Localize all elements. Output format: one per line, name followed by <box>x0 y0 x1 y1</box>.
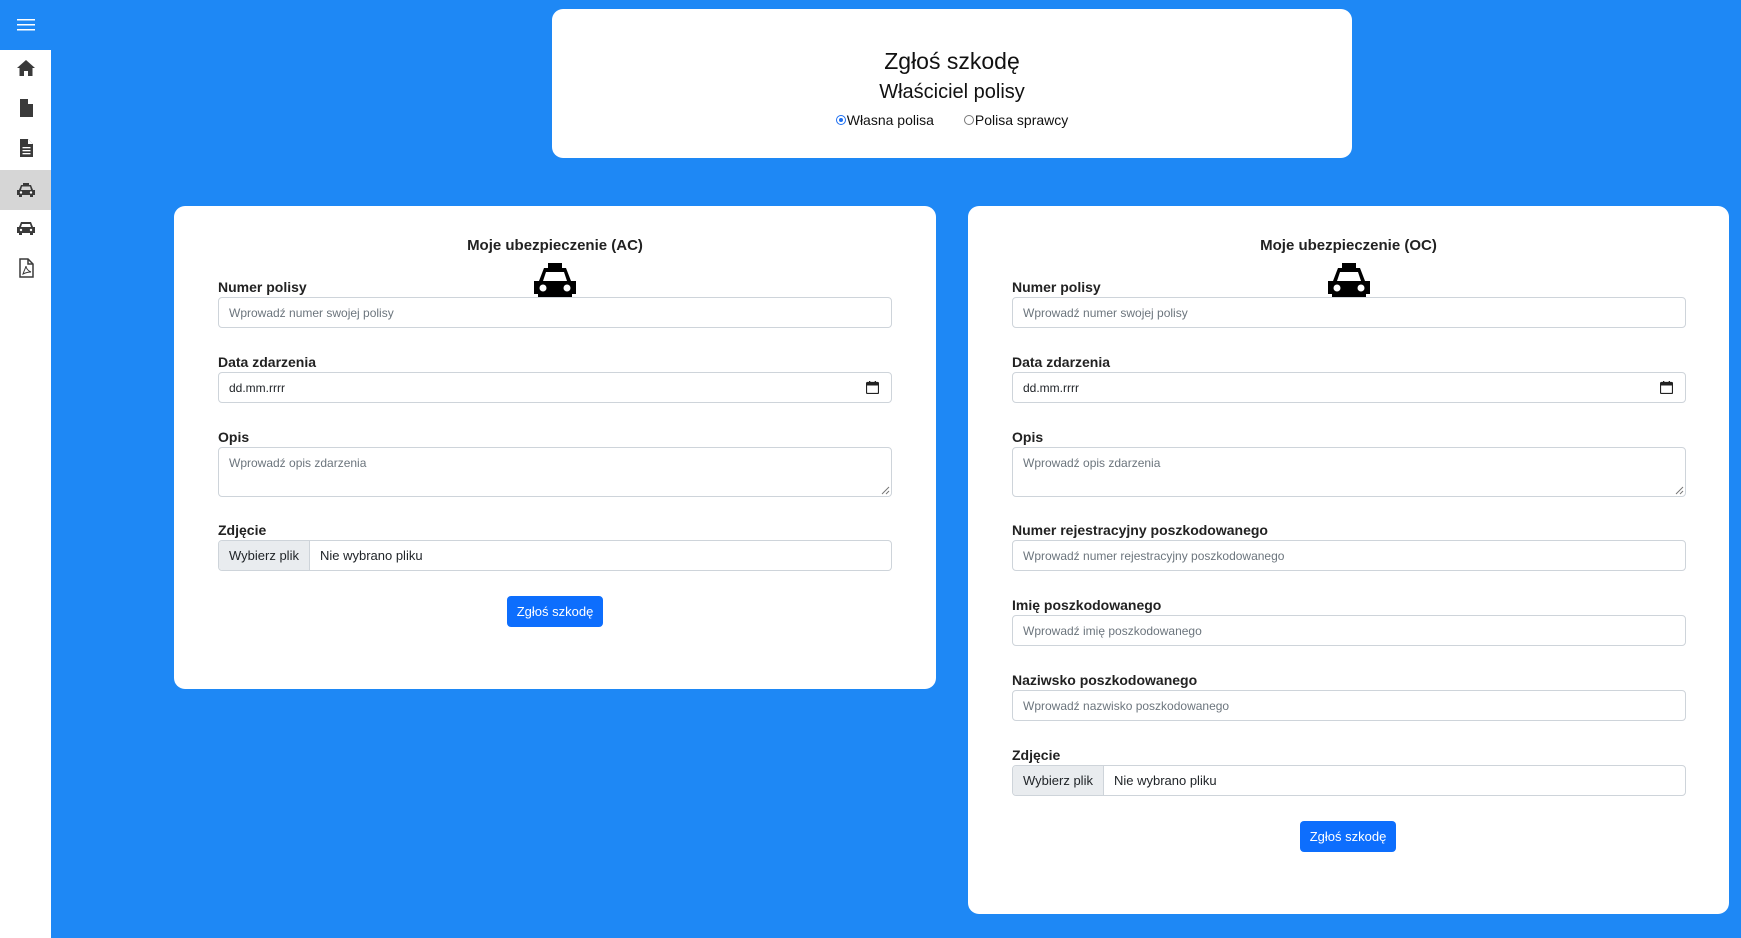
oc-description-label: Opis <box>1012 429 1044 445</box>
file-text-icon <box>19 139 33 157</box>
ac-description-placeholder: Wprowadź opis zdarzenia <box>229 456 367 470</box>
radio-checked-icon[interactable] <box>835 115 846 125</box>
ac-policy-input[interactable]: Wprowadź numer swojej polisy <box>218 297 892 328</box>
oc-last-name-input[interactable]: Wprowadź nazwisko poszkodowanego <box>1012 690 1686 721</box>
ac-photo-label: Zdjęcie <box>218 522 267 538</box>
radio-perpetrator-policy[interactable]: Polisa sprawcy <box>963 112 1069 128</box>
ac-choose-file-button[interactable]: Wybierz plik <box>219 541 310 570</box>
oc-first-name-input[interactable]: Wprowadź imię poszkodowanego <box>1012 615 1686 646</box>
policy-owner-radio-group: Własna polisa Polisa sprawcy <box>552 112 1352 128</box>
hamburger-icon <box>16 19 35 31</box>
ac-date-input[interactable]: dd.mm.rrrr <box>218 372 892 403</box>
oc-policy-label: Numer polisy <box>1012 279 1101 295</box>
oc-first-name-label: Imię poszkodowanego <box>1012 597 1162 613</box>
oc-photo-label: Zdjęcie <box>1012 747 1061 763</box>
pdf-file-icon <box>18 258 34 278</box>
page-subtitle: Właściciel polisy <box>879 81 1025 103</box>
radio-perpetrator-policy-label: Polisa sprawcy <box>974 112 1069 128</box>
radio-unchecked-icon[interactable] <box>963 115 974 125</box>
file-icon <box>19 99 33 117</box>
sidebar-item-pdf[interactable] <box>0 248 51 288</box>
ac-description-label: Opis <box>218 429 250 445</box>
oc-choose-file-button[interactable]: Wybierz plik <box>1013 766 1104 795</box>
page-title: Zgłoś szkodę <box>884 48 1020 74</box>
menu-toggle-button[interactable] <box>0 0 51 50</box>
oc-last-name-label: Naziwsko poszkodowanego <box>1012 672 1198 688</box>
home-icon <box>16 60 35 76</box>
sidebar-item-taxi[interactable] <box>0 170 51 210</box>
oc-card-title: Moje ubezpieczenie (OC) <box>1260 237 1437 254</box>
taxi-icon <box>16 183 35 197</box>
oc-description-textarea[interactable]: Wprowadź opis zdarzenia <box>1012 447 1686 497</box>
oc-date-label: Data zdarzenia <box>1012 354 1111 370</box>
oc-file-status: Nie wybrano pliku <box>1113 773 1217 788</box>
calendar-icon[interactable] <box>866 381 879 394</box>
ac-date-label: Data zdarzenia <box>218 354 317 370</box>
oc-date-value: dd.mm.rrrr <box>1023 381 1079 395</box>
ac-file-status: Nie wybrano pliku <box>319 548 423 563</box>
radio-own-policy-label: Własna polisa <box>846 112 934 128</box>
oc-date-input[interactable]: dd.mm.rrrr <box>1012 372 1686 403</box>
ac-policy-label: Numer polisy <box>218 279 307 295</box>
oc-description-placeholder: Wprowadź opis zdarzenia <box>1023 456 1161 470</box>
oc-registration-label: Numer rejestracyjny poszkodowanego <box>1012 522 1268 538</box>
sidebar-item-home[interactable] <box>0 48 51 88</box>
sidebar-item-file[interactable] <box>0 88 51 128</box>
sidebar-item-car[interactable] <box>0 208 51 248</box>
car-icon <box>16 222 35 235</box>
ac-form-card: Moje ubezpieczenie (AC) Numer polisy Wpr… <box>174 206 936 689</box>
ac-description-textarea[interactable]: Wprowadź opis zdarzenia <box>218 447 892 497</box>
oc-registration-input[interactable]: Wprowadź numer rejestracyjny poszkodowan… <box>1012 540 1686 571</box>
ac-photo-file-input[interactable]: Wybierz plik Nie wybrano pliku <box>218 540 892 571</box>
ac-card-title: Moje ubezpieczenie (AC) <box>467 237 643 254</box>
oc-form-card: Moje ubezpieczenie (OC) Numer polisy Wpr… <box>968 206 1729 914</box>
ac-submit-button[interactable]: Zgłoś szkodę <box>507 596 603 627</box>
header-card: Zgłoś szkodę Właściciel polisy Własna po… <box>552 9 1352 158</box>
sidebar-item-document[interactable] <box>0 128 51 168</box>
radio-own-policy[interactable]: Własna polisa <box>835 112 934 128</box>
ac-date-value: dd.mm.rrrr <box>229 381 285 395</box>
oc-submit-button[interactable]: Zgłoś szkodę <box>1300 821 1396 852</box>
oc-policy-input[interactable]: Wprowadź numer swojej polisy <box>1012 297 1686 328</box>
calendar-icon[interactable] <box>1660 381 1673 394</box>
sidebar <box>0 0 51 938</box>
resize-grip-icon[interactable] <box>881 486 890 495</box>
resize-grip-icon[interactable] <box>1675 486 1684 495</box>
oc-photo-file-input[interactable]: Wybierz plik Nie wybrano pliku <box>1012 765 1686 796</box>
